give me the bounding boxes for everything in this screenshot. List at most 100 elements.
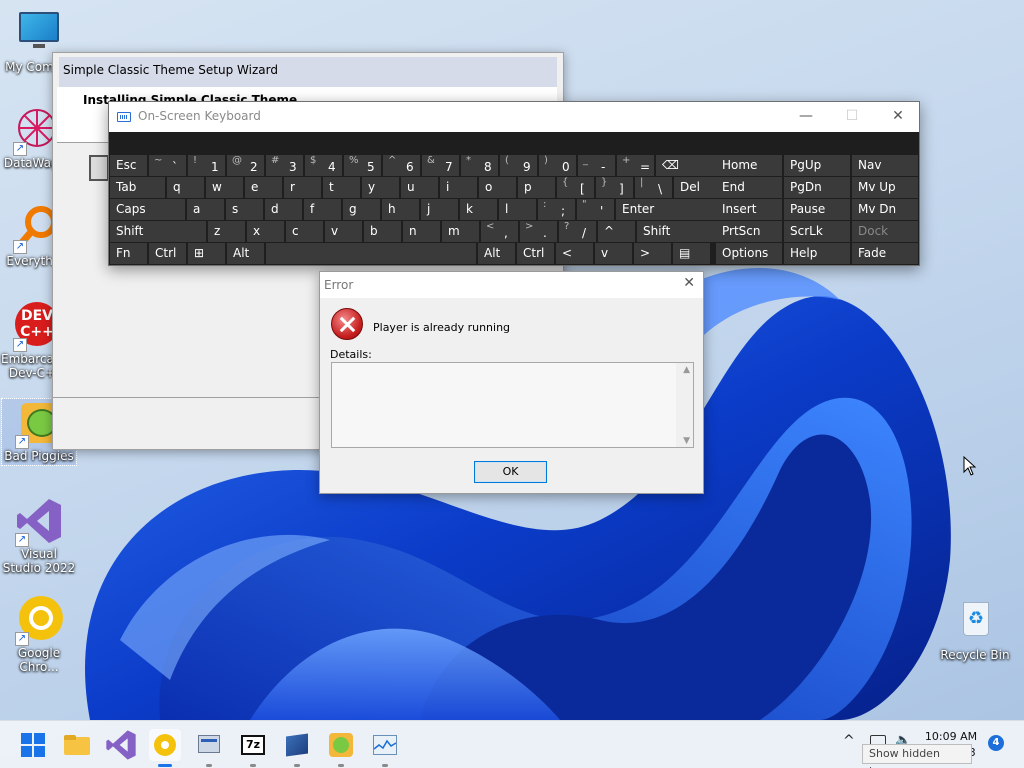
osk-nav-key[interactable]: Pause	[784, 199, 850, 220]
osk-key[interactable]: + =	[617, 155, 654, 176]
osk-key[interactable]: _ -	[578, 155, 615, 176]
osk-key[interactable]: ▤	[673, 243, 710, 264]
osk-key[interactable]: (9	[500, 155, 537, 176]
details-textbox[interactable]: ▲ ▼	[331, 362, 694, 448]
osk-key[interactable]: ! 1	[188, 155, 225, 176]
osk-key[interactable]: Caps	[110, 199, 185, 220]
osk-key[interactable]: @2	[227, 155, 264, 176]
ok-button[interactable]: OK	[474, 461, 547, 483]
osk-key[interactable]: $4	[305, 155, 342, 176]
osk-key[interactable]: x	[247, 221, 284, 242]
osk-key[interactable]: w	[206, 177, 243, 198]
osk-key[interactable]: ⌫	[656, 155, 721, 176]
osk-key[interactable]: s	[226, 199, 263, 220]
osk-key[interactable]: % 5	[344, 155, 381, 176]
7zip-icon[interactable]: 7z	[237, 729, 269, 767]
osk-key[interactable]: * 8	[461, 155, 498, 176]
osk-nav-key[interactable]: End	[716, 177, 782, 198]
osk-key[interactable]: >.	[520, 221, 557, 242]
osk-key[interactable]: <	[556, 243, 593, 264]
maximize-button[interactable]: ☐	[829, 102, 875, 132]
osk-key[interactable]: h	[382, 199, 419, 220]
osk-key[interactable]: Enter	[616, 199, 719, 220]
osk-key[interactable]: Shift	[637, 221, 728, 242]
osk-key[interactable]: }]	[596, 177, 633, 198]
osk-key[interactable]: v	[325, 221, 362, 242]
osk-key[interactable]: <,	[481, 221, 518, 242]
osk-nav-key[interactable]: Mv Dn	[852, 199, 918, 220]
osk-key[interactable]: l	[499, 199, 536, 220]
osk-key[interactable]	[266, 243, 476, 264]
osk-key[interactable]: Ctrl	[149, 243, 186, 264]
osk-key[interactable]: Ctrl	[517, 243, 554, 264]
osk-key[interactable]: i	[440, 177, 477, 198]
osk-nav-key[interactable]: Fade	[852, 243, 918, 264]
osk-key[interactable]: k	[460, 199, 497, 220]
osk-nav-key[interactable]: PrtScn	[716, 221, 782, 242]
setup-wizard-icon[interactable]	[193, 729, 225, 767]
osk-key[interactable]: Shift	[110, 221, 206, 242]
osk-key[interactable]: ⊞	[188, 243, 225, 264]
osk-nav-key[interactable]: PgDn	[784, 177, 850, 198]
close-button[interactable]: ✕	[683, 275, 695, 291]
osk-key[interactable]: ~ `	[149, 155, 186, 176]
scroll-up-icon[interactable]: ▲	[683, 365, 690, 375]
desktop-icon-recycle-bin[interactable]: ♻ Recycle Bin	[938, 598, 1012, 662]
osk-key[interactable]: f	[304, 199, 341, 220]
osk-key[interactable]: >	[634, 243, 671, 264]
osk-key[interactable]: z	[208, 221, 245, 242]
osk-key[interactable]: {[	[557, 177, 594, 198]
show-hidden-icons-button[interactable]: ^	[843, 733, 855, 749]
scroll-down-icon[interactable]: ▼	[683, 436, 690, 446]
osk-key[interactable]: & 7	[422, 155, 459, 176]
osk-nav-key[interactable]: Help	[784, 243, 850, 264]
osk-key[interactable]: g	[343, 199, 380, 220]
details-scrollbar[interactable]: ▲ ▼	[676, 363, 693, 447]
desktop-icon-visual-studio[interactable]: ↗ Visual Studio 2022	[2, 497, 76, 575]
osk-key[interactable]: :;	[538, 199, 575, 220]
osk-nav-key[interactable]: Options	[716, 243, 782, 264]
task-manager-icon[interactable]	[369, 729, 401, 767]
osk-nav-key[interactable]: Nav	[852, 155, 918, 176]
desktop-icon-google-chrome[interactable]: ↗ Google Chro...	[2, 596, 76, 674]
bad-piggies-icon[interactable]	[325, 729, 357, 767]
osk-key[interactable]: y	[362, 177, 399, 198]
error-titlebar[interactable]: Error ✕	[320, 272, 703, 298]
osk-key[interactable]: t	[323, 177, 360, 198]
osk-key[interactable]: c	[286, 221, 323, 242]
osk-key[interactable]: Tab	[110, 177, 165, 198]
osk-key[interactable]: b	[364, 221, 401, 242]
osk-key[interactable]: n	[403, 221, 440, 242]
osk-key[interactable]: v	[595, 243, 632, 264]
notification-badge[interactable]: 4	[988, 735, 1004, 751]
osk-nav-key[interactable]: Dock	[852, 221, 918, 242]
minimize-button[interactable]: —	[783, 102, 829, 132]
osk-key[interactable]: #3	[266, 155, 303, 176]
osk-key[interactable]: j	[421, 199, 458, 220]
osk-nav-key[interactable]: Home	[716, 155, 782, 176]
osk-key[interactable]: u	[401, 177, 438, 198]
chrome-icon[interactable]	[149, 729, 181, 767]
windows-setup-icon[interactable]	[281, 729, 313, 767]
osk-key[interactable]: e	[245, 177, 282, 198]
osk-key[interactable]: a	[187, 199, 224, 220]
visual-studio-icon[interactable]	[105, 729, 137, 761]
osk-key[interactable]: r	[284, 177, 321, 198]
file-explorer-icon[interactable]	[61, 729, 93, 761]
osk-nav-key[interactable]: Mv Up	[852, 177, 918, 198]
osk-key[interactable]: ) 0	[539, 155, 576, 176]
osk-key[interactable]: Del	[674, 177, 721, 198]
osk-titlebar[interactable]: On-Screen Keyboard — ☐ ✕	[109, 102, 919, 132]
osk-nav-key[interactable]: ScrLk	[784, 221, 850, 242]
osk-key[interactable]: Alt	[227, 243, 264, 264]
osk-key[interactable]: Alt	[478, 243, 515, 264]
osk-nav-key[interactable]: PgUp	[784, 155, 850, 176]
osk-key[interactable]: Fn	[110, 243, 147, 264]
osk-key[interactable]: ? /	[559, 221, 596, 242]
error-dialog[interactable]: Error ✕ Player is already running Detail…	[319, 271, 704, 494]
osk-key[interactable]: d	[265, 199, 302, 220]
osk-key[interactable]: Esc	[110, 155, 147, 176]
on-screen-keyboard-window[interactable]: On-Screen Keyboard — ☐ ✕ Esc ~ `! 1 @2 #3 $4% 5…	[108, 101, 920, 266]
close-button[interactable]: ✕	[875, 102, 921, 132]
osk-key[interactable]: | \	[635, 177, 672, 198]
